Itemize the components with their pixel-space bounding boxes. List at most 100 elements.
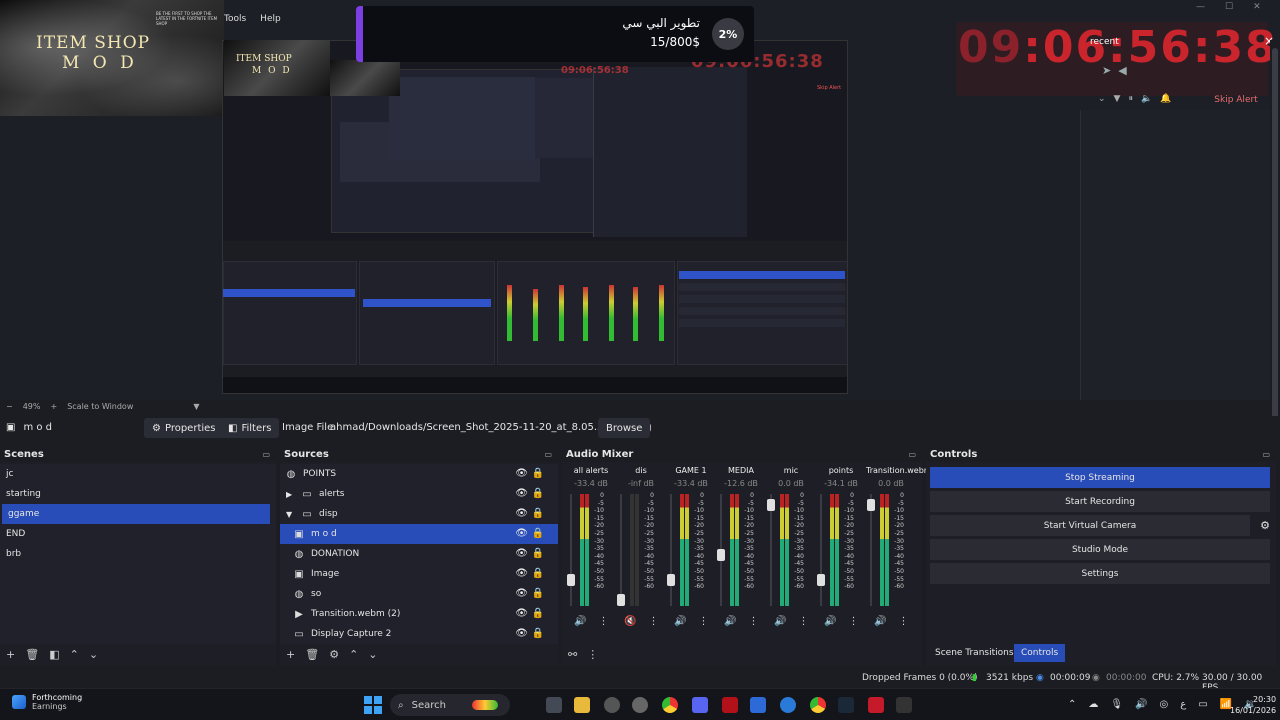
- filter-icon[interactable]: ▼: [1114, 94, 1121, 104]
- bell-icon[interactable]: 🔔: [1160, 94, 1171, 104]
- weather-widget[interactable]: Forthcoming Earnings: [12, 693, 82, 711]
- chevron-down-icon[interactable]: ⌄: [1098, 94, 1106, 104]
- source-item[interactable]: ◍ so 👁 🔒: [280, 584, 558, 604]
- more-icon[interactable]: ⋮: [648, 616, 658, 627]
- lock-icon[interactable]: 🔒: [532, 488, 544, 499]
- mic-icon[interactable]: 🎙: [1110, 699, 1123, 710]
- start-recording-button[interactable]: Start Recording: [930, 491, 1270, 512]
- speaker-icon[interactable]: 🔊: [774, 616, 786, 627]
- eye-icon[interactable]: 👁: [515, 468, 528, 479]
- speaker-icon[interactable]: 🔊: [1135, 699, 1147, 710]
- properties-button[interactable]: ⚙ Properties: [144, 418, 224, 438]
- scene-item[interactable]: jc: [0, 464, 276, 484]
- gear-icon[interactable]: ⚙: [1260, 519, 1270, 532]
- taskbar-search[interactable]: ⌕ Search: [390, 694, 510, 716]
- speaker-icon[interactable]: 🔊: [824, 616, 836, 627]
- volume-fader[interactable]: [817, 574, 825, 586]
- start-virtual-camera-button[interactable]: Start Virtual Camera ⚙: [930, 515, 1270, 536]
- filter-icon[interactable]: ◧: [49, 648, 59, 661]
- browse-button[interactable]: Browse: [598, 418, 651, 438]
- volume-fader[interactable]: [717, 549, 725, 561]
- popout-icon[interactable]: ▭: [908, 450, 916, 459]
- window-close-icon[interactable]: ✕: [1253, 2, 1261, 12]
- network-icon[interactable]: ◎: [1160, 699, 1169, 710]
- volume-fader-track[interactable]: [820, 494, 822, 606]
- volume-fader[interactable]: [617, 594, 625, 606]
- more-icon[interactable]: ⋮: [748, 616, 758, 627]
- source-item[interactable]: ◍ POINTS 👁 🔒: [280, 464, 558, 484]
- source-item[interactable]: ▣ Image 👁 🔒: [280, 564, 558, 584]
- chevron-up-icon[interactable]: ⌃: [1068, 699, 1076, 710]
- chrome-icon-2[interactable]: [810, 697, 826, 713]
- eye-icon[interactable]: 👁: [515, 528, 528, 539]
- scene-item[interactable]: END: [0, 524, 276, 544]
- minimize-icon[interactable]: —: [1196, 2, 1205, 12]
- volume-fader[interactable]: [667, 574, 675, 586]
- zoom-out-icon[interactable]: −: [6, 402, 13, 411]
- megaphone-icon[interactable]: ◀: [1118, 64, 1126, 77]
- add-icon[interactable]: +: [6, 648, 15, 661]
- more-icon[interactable]: ⋮: [598, 616, 608, 627]
- task-view-icon[interactable]: [546, 697, 562, 713]
- stop-streaming-button[interactable]: Stop Streaming: [930, 467, 1270, 488]
- volume-fader[interactable]: [867, 499, 875, 511]
- zoom-mode[interactable]: Scale to Window: [67, 402, 133, 411]
- lock-icon[interactable]: 🔒: [532, 508, 544, 519]
- eye-icon[interactable]: 👁: [515, 548, 528, 559]
- discord-icon[interactable]: [692, 697, 708, 713]
- trash-icon[interactable]: 🗑: [305, 648, 319, 661]
- add-icon[interactable]: +: [286, 648, 295, 661]
- taskbar-clock[interactable]: 20:30 16/01/2026: [1230, 694, 1276, 716]
- windows-start-icon[interactable]: [364, 696, 382, 714]
- game-app-icon[interactable]: [722, 697, 738, 713]
- source-item[interactable]: ▭ Display Capture 2 👁 🔒: [280, 624, 558, 644]
- lock-icon[interactable]: 🔒: [532, 468, 544, 479]
- down-icon[interactable]: ⌄: [89, 648, 98, 661]
- menu-tools[interactable]: Tools: [224, 14, 246, 24]
- filters-button[interactable]: ◧ Filters: [220, 418, 280, 438]
- source-item[interactable]: ▼ ▭ disp 👁 🔒: [280, 504, 558, 524]
- pause-icon[interactable]: ⏸: [1128, 94, 1133, 104]
- link-icon[interactable]: ⚯: [568, 648, 577, 661]
- capcut-icon[interactable]: [780, 697, 796, 713]
- expander-icon[interactable]: ▶: [286, 490, 296, 499]
- lock-icon[interactable]: 🔒: [532, 528, 544, 539]
- speaker-icon[interactable]: 🔊: [674, 616, 686, 627]
- speaker-icon[interactable]: 🔊: [874, 616, 886, 627]
- skip-alert-button[interactable]: Skip Alert: [1208, 92, 1264, 108]
- chrome-icon[interactable]: [662, 697, 678, 713]
- scene-item[interactable]: starting: [0, 484, 276, 504]
- lock-icon[interactable]: 🔒: [532, 628, 544, 639]
- volume-fader-track[interactable]: [620, 494, 622, 606]
- send-icon[interactable]: ➤: [1102, 64, 1111, 77]
- trash-icon[interactable]: 🗑: [25, 648, 39, 661]
- lock-icon[interactable]: 🔒: [532, 548, 544, 559]
- eye-icon[interactable]: 👁: [515, 508, 528, 519]
- tab-controls[interactable]: Controls: [1014, 644, 1066, 662]
- more-icon[interactable]: ⋮: [587, 648, 598, 661]
- eye-icon[interactable]: 👁: [515, 568, 528, 579]
- up-icon[interactable]: ⌃: [70, 648, 79, 661]
- speaker-icon[interactable]: 🔊: [574, 616, 586, 627]
- gear-icon[interactable]: ⚙: [329, 648, 339, 661]
- terminal-icon[interactable]: [896, 697, 912, 713]
- eye-icon[interactable]: 👁: [515, 628, 528, 639]
- more-icon[interactable]: ⋮: [798, 616, 808, 627]
- lock-icon[interactable]: 🔒: [532, 608, 544, 619]
- eye-icon[interactable]: 👁: [515, 588, 528, 599]
- lock-icon[interactable]: 🔒: [532, 588, 544, 599]
- steam-icon[interactable]: [838, 697, 854, 713]
- popout-icon[interactable]: ▭: [1262, 450, 1270, 459]
- popout-icon[interactable]: ▭: [262, 450, 270, 459]
- more-icon[interactable]: ⋮: [898, 616, 908, 627]
- more-icon[interactable]: ⋮: [848, 616, 858, 627]
- source-item[interactable]: ▣ m o d 👁 🔒: [280, 524, 558, 544]
- zoom-dropdown-icon[interactable]: ▼: [193, 402, 199, 411]
- volume-fader[interactable]: [767, 499, 775, 511]
- more-icon[interactable]: ⋮: [698, 616, 708, 627]
- source-item[interactable]: ◍ DONATION 👁 🔒: [280, 544, 558, 564]
- menu-help[interactable]: Help: [260, 14, 281, 24]
- up-icon[interactable]: ⌃: [349, 648, 358, 661]
- down-icon[interactable]: ⌄: [368, 648, 377, 661]
- tab-scene-transitions[interactable]: Scene Transitions: [928, 644, 1021, 662]
